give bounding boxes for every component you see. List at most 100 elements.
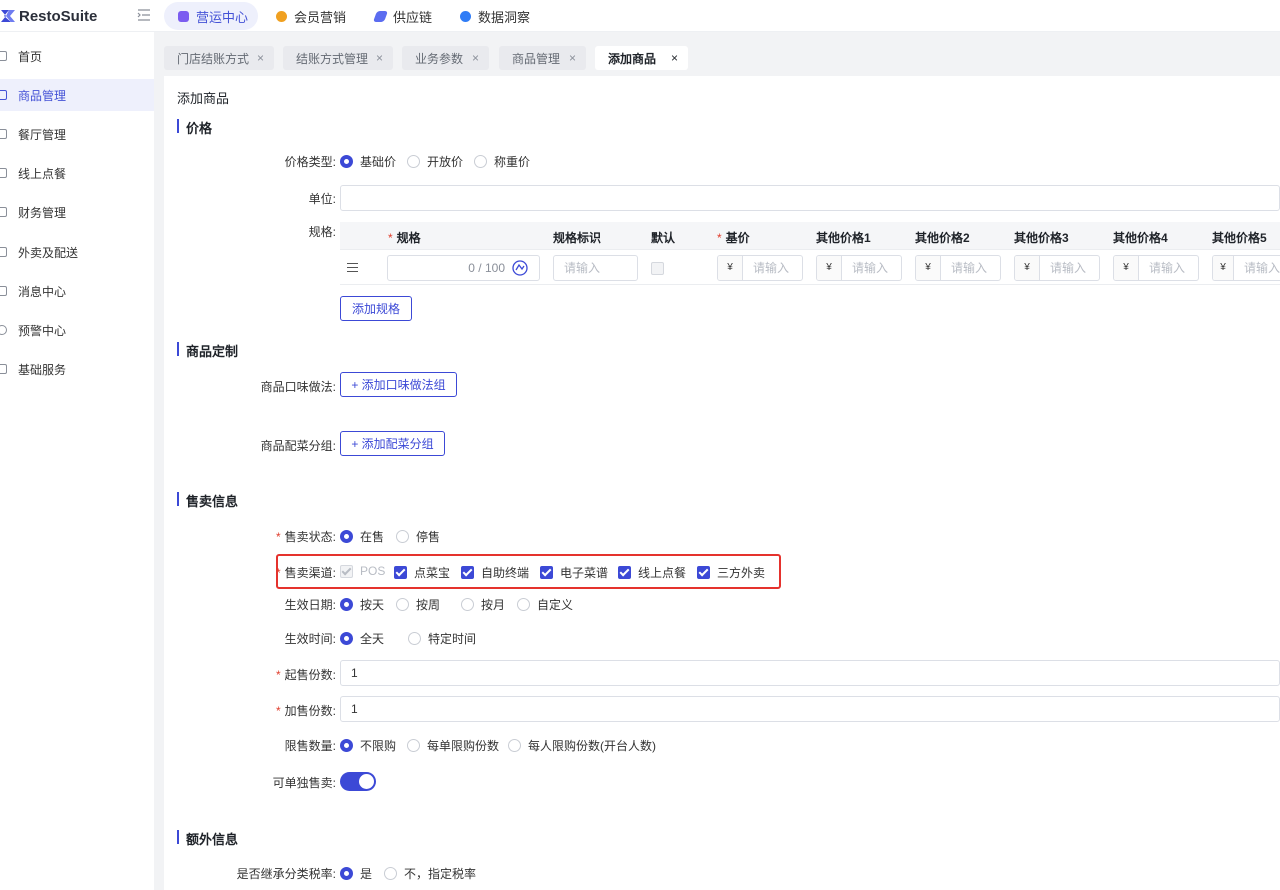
tab-checkout-method[interactable]: 结账方式管理 × — [283, 46, 393, 70]
translate-icon[interactable] — [512, 260, 528, 276]
th-spec-tag: 规格标识 — [553, 231, 602, 245]
topnav-label: 数据洞察 — [478, 9, 531, 25]
close-icon[interactable]: × — [472, 51, 479, 65]
other-price-1-input[interactable]: ¥ 请输入 — [816, 255, 902, 281]
date-custom-radio[interactable]: 自定义 — [517, 596, 573, 613]
add-spec-button[interactable]: 添加规格 — [340, 296, 412, 321]
min-qty-input[interactable]: 1 — [340, 660, 1280, 686]
channel-diancaibao-checkbox[interactable]: 点菜宝 — [394, 564, 450, 581]
sidebar-item-messages[interactable]: 消息中心 — [0, 275, 154, 307]
price-type-basic-radio[interactable]: 基础价 — [340, 153, 396, 170]
topnav-data-insight[interactable]: 数据洞察 — [460, 2, 530, 30]
single-sale-toggle[interactable] — [340, 772, 376, 791]
radio-label: 在售 — [360, 530, 385, 544]
tab-label: 商品管理 — [512, 51, 561, 66]
base-price-input[interactable]: ¥ 请输入 — [717, 255, 803, 281]
tab-store-checkout[interactable]: 门店结账方式 × — [164, 46, 274, 70]
limit-per-order-radio[interactable]: 每单限购份数 — [407, 737, 499, 754]
time-all-day-radio[interactable]: 全天 — [340, 630, 384, 647]
radio-label: 按月 — [481, 598, 506, 612]
currency-prefix: ¥ — [916, 256, 941, 280]
drag-handle-icon[interactable] — [347, 263, 358, 272]
other-price-2-input[interactable]: ¥ 请输入 — [915, 255, 1001, 281]
sidebar-item-delivery[interactable]: 外卖及配送 — [0, 236, 154, 268]
sale-status-on-radio[interactable]: 在售 — [340, 528, 384, 545]
wallet-icon — [0, 207, 7, 217]
sidebar-item-label: 线上点餐 — [18, 166, 67, 181]
other-price-5-input[interactable]: ¥ 请输入 — [1212, 255, 1280, 281]
sidebar-item-label: 外卖及配送 — [18, 245, 79, 260]
add-flavor-group-button[interactable]: + 添加口味做法组 — [340, 372, 457, 397]
topnav-member-marketing[interactable]: 会员营销 — [276, 2, 346, 30]
date-by-week-radio[interactable]: 按周 — [396, 596, 440, 613]
inherit-tax-yes-radio[interactable]: 是 — [340, 865, 372, 882]
currency-prefix: ¥ — [1213, 256, 1234, 280]
sidebar-item-label: 消息中心 — [18, 284, 67, 299]
channel-kiosk-checkbox[interactable]: 自助终端 — [461, 564, 529, 581]
radio-circle — [396, 530, 409, 543]
store-icon — [0, 129, 7, 139]
tab-label: 业务参数 — [415, 51, 464, 66]
sale-status-off-radio[interactable]: 停售 — [396, 528, 440, 545]
close-icon[interactable]: × — [671, 51, 678, 65]
sidebar-item-finance[interactable]: 财务管理 — [0, 196, 154, 228]
effective-date-label: 生效日期: — [284, 598, 336, 612]
radio-circle — [340, 598, 353, 611]
checkbox-label: POS — [360, 564, 386, 578]
default-checkbox[interactable] — [651, 262, 664, 275]
tab-business-params[interactable]: 业务参数 × — [402, 46, 489, 70]
spec-tag-input[interactable]: 请输入 — [553, 255, 638, 281]
channel-online-checkbox[interactable]: 线上点餐 — [618, 564, 686, 581]
topnav-supply-chain[interactable]: 供应链 — [372, 2, 433, 30]
price-type-weight-radio[interactable]: 称重价 — [474, 153, 530, 170]
tab-add-product[interactable]: 添加商品 × — [595, 46, 688, 70]
other-price-4-input[interactable]: ¥ 请输入 — [1113, 255, 1199, 281]
sidebar-item-restaurant-management[interactable]: 餐厅管理 — [0, 118, 154, 150]
home-icon — [0, 51, 7, 61]
sidebar-item-basic-services[interactable]: 基础服务 — [0, 353, 154, 385]
date-by-month-radio[interactable]: 按月 — [461, 596, 505, 613]
radio-label: 是 — [360, 867, 373, 881]
logo[interactable]: RestoSuite — [0, 6, 97, 26]
checkbox-label: 点菜宝 — [414, 566, 451, 580]
currency-prefix: ¥ — [718, 256, 743, 280]
radio-circle — [340, 739, 353, 752]
radio-circle — [407, 155, 420, 168]
close-icon[interactable]: × — [376, 51, 383, 65]
bulb-icon — [0, 325, 7, 335]
currency-prefix: ¥ — [1114, 256, 1139, 280]
inherit-tax-no-radio[interactable]: 不，指定税率 — [384, 865, 476, 882]
other-price-3-input[interactable]: ¥ 请输入 — [1014, 255, 1100, 281]
close-icon[interactable]: × — [257, 51, 264, 65]
time-specific-radio[interactable]: 特定时间 — [408, 630, 476, 647]
topnav-ops-center[interactable]: 营运中心 — [164, 2, 258, 30]
topnav-label: 供应链 — [393, 9, 433, 25]
sidebar-item-online-ordering[interactable]: 线上点餐 — [0, 157, 154, 189]
th-label: 规格 — [396, 231, 421, 245]
limit-none-radio[interactable]: 不限购 — [340, 737, 396, 754]
tab-label: 添加商品 — [608, 51, 657, 66]
th-label: 基价 — [725, 231, 750, 245]
limit-per-person-radio[interactable]: 每人限购份数(开台人数) — [508, 737, 656, 754]
sidebar-item-product-management[interactable]: 商品管理 — [0, 79, 154, 111]
tab-product-management[interactable]: 商品管理 × — [499, 46, 586, 70]
checkbox-label: 自助终端 — [481, 566, 530, 580]
radio-circle — [340, 155, 353, 168]
menu-collapse-icon[interactable] — [137, 9, 151, 21]
close-icon[interactable]: × — [569, 51, 576, 65]
checkbox-box — [394, 566, 407, 579]
unit-input[interactable] — [340, 185, 1280, 211]
sidebar-item-label: 首页 — [18, 49, 43, 64]
channel-emenu-checkbox[interactable]: 电子菜谱 — [540, 564, 608, 581]
channel-third-party-checkbox[interactable]: 三方外卖 — [697, 564, 765, 581]
add-side-dish-group-button[interactable]: + 添加配菜分组 — [340, 431, 445, 456]
sidebar-item-home[interactable]: 首页 — [0, 40, 154, 72]
sidebar-item-alerts[interactable]: 预警中心 — [0, 314, 154, 346]
checkbox-box — [618, 566, 631, 579]
price-type-open-radio[interactable]: 开放价 — [407, 153, 463, 170]
date-by-day-radio[interactable]: 按天 — [340, 596, 384, 613]
add-qty-input[interactable]: 1 — [340, 696, 1280, 722]
th-base-price: * 基价 — [717, 231, 750, 245]
radio-label: 基础价 — [360, 155, 397, 169]
grid-icon — [0, 364, 7, 374]
